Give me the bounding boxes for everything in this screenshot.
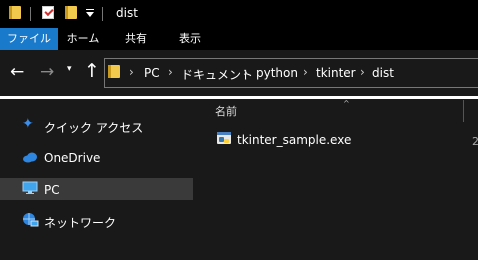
properties-icon[interactable] <box>42 6 54 19</box>
tab-share[interactable]: 共有 <box>118 28 154 50</box>
nav-label: クイック アクセス <box>44 121 144 135</box>
separator <box>102 7 103 21</box>
divider <box>0 96 478 99</box>
tab-home[interactable]: ホーム <box>63 28 103 50</box>
breadcrumb-separator[interactable]: › <box>168 65 173 79</box>
nav-label: ネットワーク <box>44 216 117 230</box>
breadcrumb-separator[interactable]: › <box>303 65 308 79</box>
tab-file[interactable]: ファイル <box>0 28 58 50</box>
new-folder-icon[interactable] <box>65 6 77 19</box>
column-divider[interactable] <box>463 100 464 122</box>
forward-arrow-icon[interactable]: → <box>40 62 54 82</box>
star-icon: ✦ <box>22 116 34 132</box>
recent-locations-icon[interactable]: ▾ <box>67 64 72 74</box>
breadcrumb-tkinter[interactable]: tkinter <box>316 66 356 80</box>
column-value-clipped: 2 <box>472 135 478 148</box>
sort-indicator-icon: ^ <box>343 99 350 108</box>
customize-line <box>86 9 94 10</box>
customize-quick-access-icon[interactable] <box>86 12 94 17</box>
tab-view[interactable]: 表示 <box>170 28 210 50</box>
monitor-icon <box>22 181 38 194</box>
breadcrumb-dist[interactable]: dist <box>372 66 394 80</box>
up-arrow-icon[interactable]: ↑ <box>84 60 100 82</box>
python-exe-icon[interactable] <box>216 130 232 146</box>
window-title: dist <box>116 6 138 20</box>
cloud-icon <box>23 152 37 163</box>
breadcrumb-pc[interactable]: PC <box>144 66 160 80</box>
separator <box>30 7 31 21</box>
breadcrumb-python[interactable]: python <box>256 66 298 80</box>
nav-label: OneDrive <box>44 151 101 165</box>
network-icon <box>23 213 39 227</box>
breadcrumb-separator[interactable]: › <box>129 65 134 79</box>
breadcrumb-separator[interactable]: › <box>243 65 248 79</box>
folder-icon[interactable] <box>9 6 21 19</box>
back-arrow-icon[interactable]: ← <box>10 62 24 82</box>
breadcrumb-separator[interactable]: › <box>360 65 365 79</box>
nav-label: PC <box>44 183 60 197</box>
folder-icon <box>108 65 120 78</box>
column-header-name[interactable]: 名前 <box>215 103 237 119</box>
file-name[interactable]: tkinter_sample.exe <box>237 133 351 147</box>
